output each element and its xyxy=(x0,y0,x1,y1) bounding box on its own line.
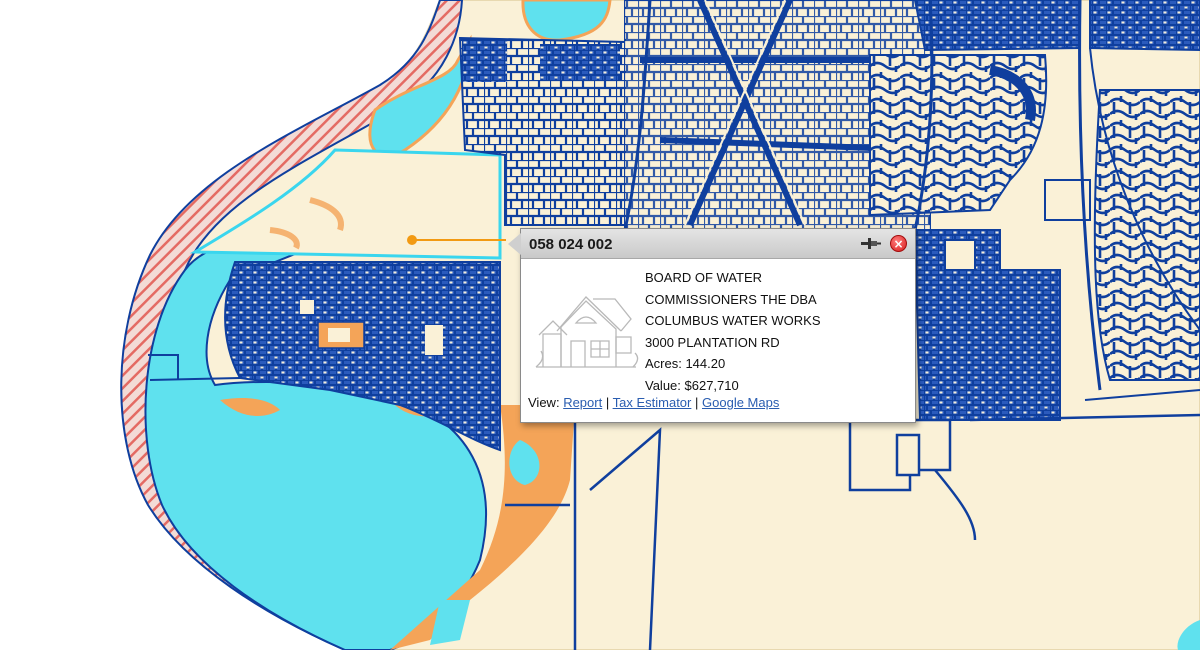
parcel-id-title: 058 024 002 xyxy=(529,236,613,253)
parcel-details: BOARD OF WATER COMMISSIONERS THE DBA COL… xyxy=(645,267,821,396)
view-links: View: Report | Tax Estimator | Google Ma… xyxy=(528,395,779,410)
owner-line-2: COMMISSIONERS THE DBA xyxy=(645,291,817,307)
popup-pointer xyxy=(508,233,521,255)
google-maps-link[interactable]: Google Maps xyxy=(702,395,779,410)
popup-header: 058 024 002 × xyxy=(521,229,915,259)
owner-line-3: COLUMBUS WATER WORKS xyxy=(645,313,821,328)
parcel-address: 3000 PLANTATION RD xyxy=(645,334,780,350)
parcel-marker xyxy=(407,235,417,245)
parcel-value: Value: $627,710 xyxy=(645,377,739,393)
view-label: View: xyxy=(528,395,560,410)
report-link[interactable]: Report xyxy=(563,395,602,410)
tax-estimator-link[interactable]: Tax Estimator xyxy=(613,395,692,410)
pin-icon[interactable] xyxy=(861,236,881,251)
link-separator: | xyxy=(605,395,610,410)
close-icon[interactable]: × xyxy=(890,235,907,252)
link-separator: | xyxy=(695,395,699,410)
parcel-info-popup: 058 024 002 × BOARD OF WATER COMMISSIONE… xyxy=(508,228,916,423)
owner-line-1: BOARD OF WATER xyxy=(645,270,762,285)
parcel-acres: Acres: 144.20 xyxy=(645,356,726,371)
house-icon xyxy=(535,296,639,368)
